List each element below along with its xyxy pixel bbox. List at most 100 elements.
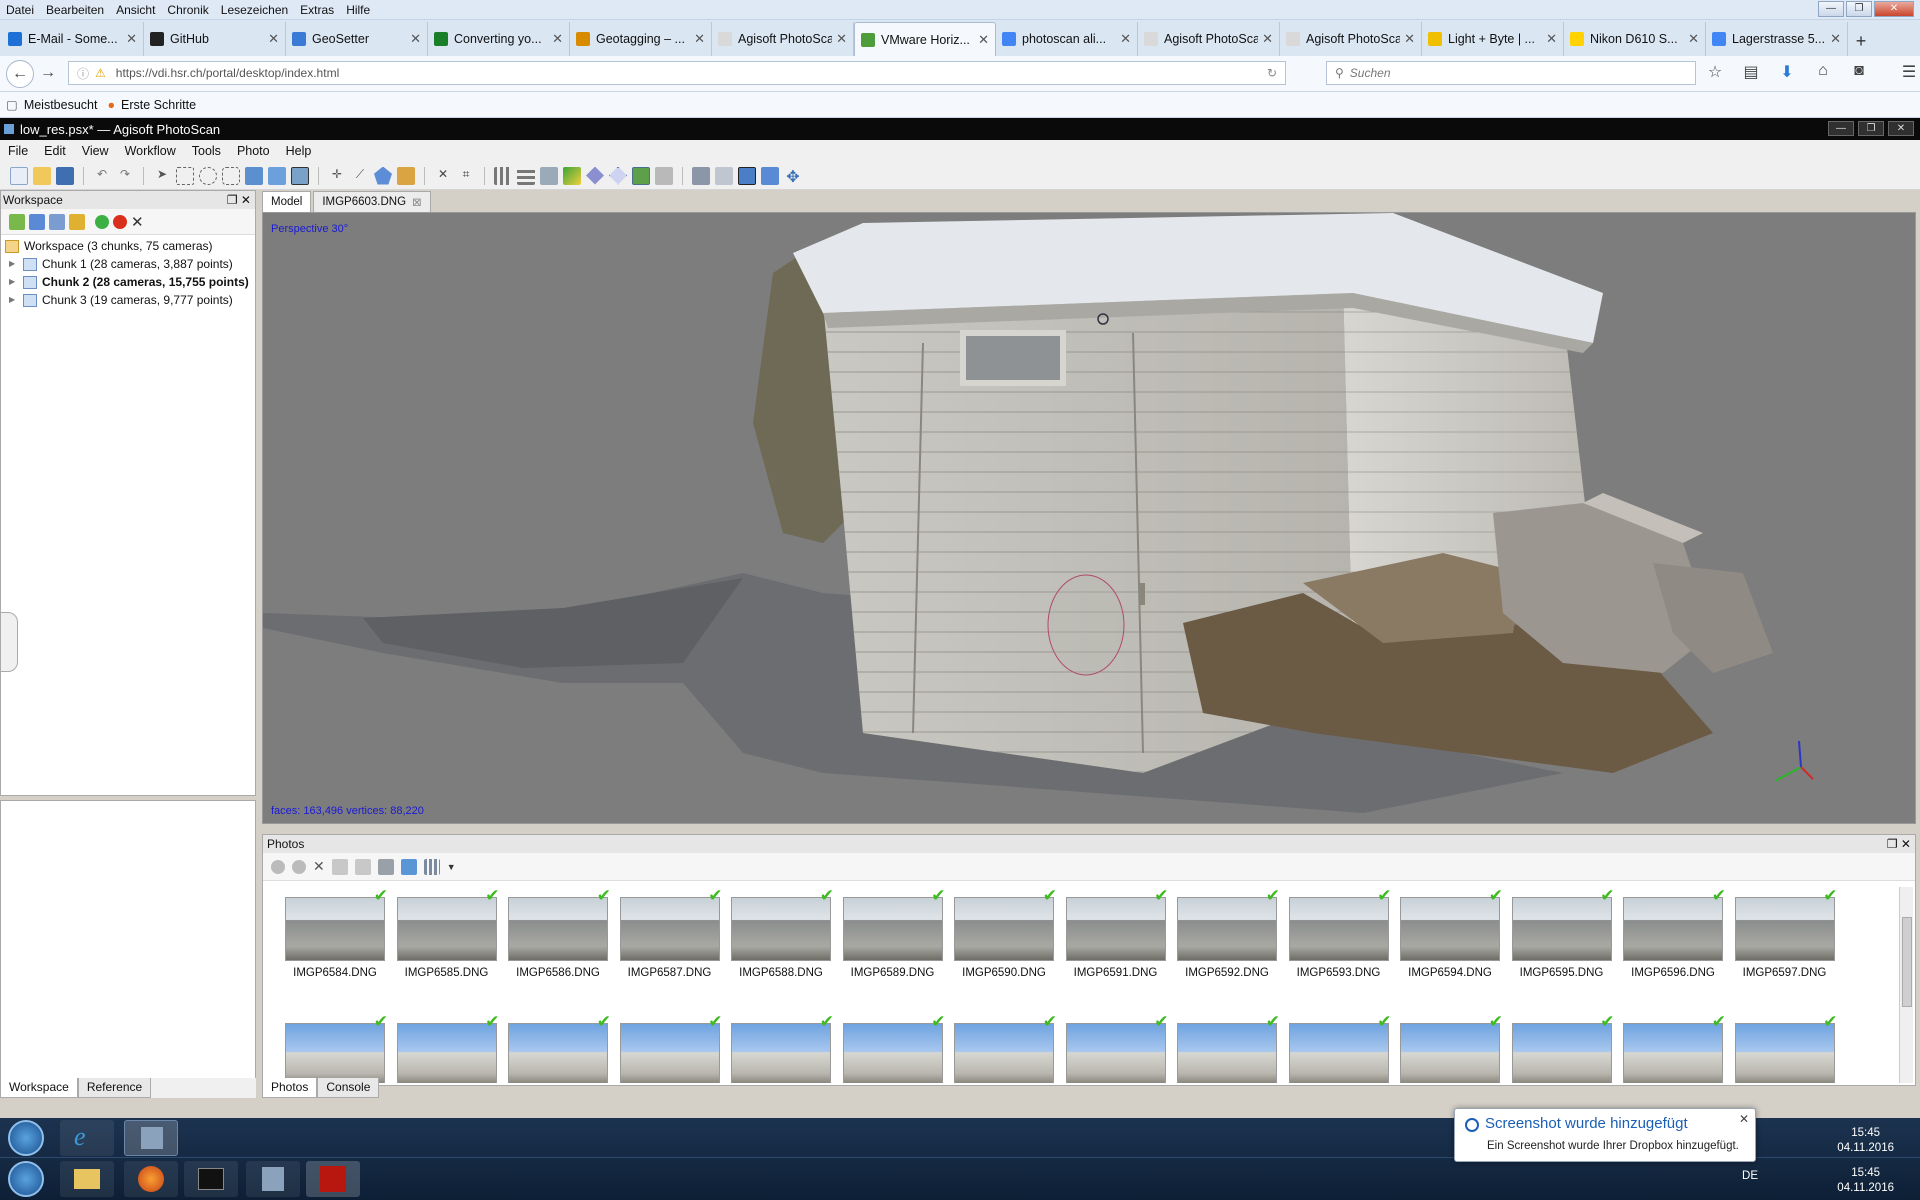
- reset-view-icon[interactable]: ✥: [784, 167, 802, 186]
- photo-thumbnail[interactable]: ✔: [1734, 887, 1838, 961]
- home-icon[interactable]: ⌂: [1812, 62, 1834, 84]
- back-button[interactable]: ←: [6, 59, 34, 88]
- photo-thumbnail[interactable]: ✔: [954, 887, 1057, 961]
- trackball[interactable]: [1047, 574, 1125, 676]
- ruler-icon[interactable]: ⟋: [351, 167, 369, 185]
- close-tab-icon[interactable]: ✕: [694, 31, 705, 47]
- crop-selection-icon[interactable]: ⌗: [457, 167, 475, 185]
- cmd-taskbar-icon[interactable]: [184, 1161, 238, 1197]
- start-button[interactable]: [8, 1161, 44, 1197]
- show-markers-icon[interactable]: [715, 166, 733, 185]
- photo-thumbnail[interactable]: ✔: [508, 887, 611, 961]
- maximize-button[interactable]: ❐: [1846, 1, 1872, 17]
- ps-menu-photo[interactable]: Photo: [229, 144, 278, 158]
- browser-tab[interactable]: Light + Byte | ... ✕: [1422, 22, 1564, 56]
- pane-float-close-icons[interactable]: ❐ ✕: [227, 193, 251, 207]
- browser-tab[interactable]: VMware Horiz... ✕: [854, 22, 996, 56]
- free-form-selection-icon[interactable]: [222, 166, 240, 185]
- show-trackball-icon[interactable]: [761, 166, 779, 185]
- pane-float-close-icons[interactable]: ❐ ✕: [1887, 837, 1911, 851]
- ps-menu-edit[interactable]: Edit: [36, 144, 74, 158]
- point-cloud-icon[interactable]: [494, 166, 512, 185]
- photo-thumbnail[interactable]: ✔: [1177, 1012, 1280, 1083]
- close-tab-icon[interactable]: ✕: [978, 32, 989, 48]
- ie-taskbar-icon[interactable]: e: [60, 1120, 114, 1156]
- photo-thumbnail[interactable]: ✔: [1288, 1012, 1392, 1083]
- rotate-right-icon[interactable]: [354, 858, 371, 875]
- measure-icon[interactable]: [397, 166, 415, 185]
- photo-thumbnail[interactable]: ✔: [1623, 1012, 1726, 1083]
- close-tab-icon[interactable]: ✕: [410, 31, 421, 47]
- warning-lock-icon[interactable]: ⚠: [95, 66, 106, 80]
- close-tab-icon[interactable]: ✕: [268, 31, 279, 47]
- thumbnail-view-icon[interactable]: [423, 858, 440, 875]
- system-clock[interactable]: 15:45 04.11.2016: [1837, 1166, 1894, 1196]
- photos-scrollbar[interactable]: [1899, 887, 1913, 1083]
- tiled-model-icon[interactable]: [655, 166, 673, 185]
- browser-tab[interactable]: photoscan ali... ✕: [996, 22, 1138, 56]
- add-folder-icon[interactable]: [49, 213, 65, 230]
- menu-ansicht[interactable]: Ansicht: [110, 3, 161, 17]
- model-solid-icon[interactable]: [586, 166, 604, 185]
- browser-tab[interactable]: Agisoft PhotoSca...✕: [1138, 22, 1280, 56]
- menu-chronik[interactable]: Chronik: [161, 3, 214, 17]
- photo-thumbnail[interactable]: ✔: [1288, 887, 1392, 961]
- photo-thumbnail[interactable]: ✔: [1511, 1012, 1615, 1083]
- close-tab-icon[interactable]: ✕: [126, 31, 137, 47]
- ps-close-button[interactable]: ✕: [1888, 121, 1914, 136]
- hamburger-menu-icon[interactable]: ☰: [1898, 62, 1920, 84]
- photo-thumbnail[interactable]: ✔: [396, 1012, 500, 1083]
- scrollbar-thumb[interactable]: [1902, 917, 1912, 1007]
- browser-tab[interactable]: GeoSetter ✕: [286, 22, 428, 56]
- ps-menu-workflow[interactable]: Workflow: [117, 144, 184, 158]
- open-project-icon[interactable]: [33, 166, 51, 185]
- photo-thumbnail[interactable]: ✔: [1065, 887, 1169, 961]
- rotate-left-icon[interactable]: [331, 858, 348, 875]
- tab-photos[interactable]: Photos: [262, 1078, 318, 1098]
- firefox-taskbar-icon[interactable]: [124, 1161, 178, 1197]
- ps-menu-tools[interactable]: Tools: [184, 144, 229, 158]
- dense-cloud-icon[interactable]: [517, 166, 535, 185]
- close-icon[interactable]: ✕: [1739, 1112, 1749, 1126]
- photo-thumbnail[interactable]: ✔: [619, 1012, 723, 1083]
- close-tab-icon[interactable]: ✕: [1120, 31, 1131, 47]
- dropbox-notification[interactable]: Screenshot wurde hinzugefügt Ein Screens…: [1454, 1108, 1756, 1162]
- photo-thumbnail[interactable]: ✔: [731, 887, 834, 961]
- filter-photos-icon[interactable]: [377, 858, 394, 875]
- photo-thumbnail[interactable]: ✔: [731, 1012, 834, 1083]
- forward-button[interactable]: →: [34, 60, 62, 88]
- browser-tab[interactable]: Agisoft PhotoSca...✕: [712, 22, 854, 56]
- browser-tab[interactable]: Agisoft PhotoSca...✕: [1280, 22, 1422, 56]
- photo-thumbnail[interactable]: ✔: [285, 1012, 388, 1083]
- ps-menu-file[interactable]: File: [0, 144, 36, 158]
- pane-collapse-handle[interactable]: [0, 612, 18, 672]
- ps-minimize-button[interactable]: —: [1828, 121, 1854, 136]
- photo-thumbnail[interactable]: ✔: [1511, 887, 1615, 961]
- disable-photo-icon[interactable]: [292, 859, 306, 874]
- enable-photo-icon[interactable]: [271, 859, 285, 874]
- close-tab-icon[interactable]: ✕: [1262, 31, 1273, 47]
- photo-thumbnail[interactable]: ✔: [1177, 887, 1280, 961]
- url-text[interactable]: https://vdi.hsr.ch/portal/desktop/index.…: [116, 66, 339, 80]
- reload-icon[interactable]: ↻: [1267, 66, 1277, 80]
- navigation-icon[interactable]: ➤: [153, 167, 171, 185]
- photo-thumbnail[interactable]: ✔: [285, 887, 388, 961]
- info-icon[interactable]: ⓘ: [77, 65, 89, 82]
- bookmark-star-icon[interactable]: ☆: [1704, 62, 1726, 84]
- move-object-icon[interactable]: [245, 166, 263, 185]
- photo-thumbnail[interactable]: ✔: [508, 1012, 611, 1083]
- close-tab-icon[interactable]: ✕: [1688, 31, 1699, 47]
- remove-photo-icon[interactable]: ✕: [313, 858, 325, 875]
- new-tab-button[interactable]: +: [1848, 26, 1874, 56]
- browser-tab[interactable]: GitHub ✕: [144, 22, 286, 56]
- workspace-root-item[interactable]: Workspace (3 chunks, 75 cameras): [1, 237, 255, 255]
- expand-arrow-icon[interactable]: ▶: [9, 255, 19, 273]
- bookmark-meistbesucht[interactable]: Meistbesucht: [24, 98, 98, 112]
- photo-thumbnail[interactable]: ✔: [842, 1012, 946, 1083]
- draw-polygon-icon[interactable]: [374, 166, 392, 185]
- explorer-taskbar-icon[interactable]: [60, 1161, 114, 1197]
- url-bar[interactable]: ⓘ ⚠ https://vdi.hsr.ch/portal/desktop/in…: [68, 61, 1286, 85]
- tab-reference[interactable]: Reference: [77, 1078, 152, 1098]
- tab-workspace[interactable]: Workspace: [0, 1078, 78, 1098]
- photo-thumbnail[interactable]: ✔: [1734, 1012, 1838, 1083]
